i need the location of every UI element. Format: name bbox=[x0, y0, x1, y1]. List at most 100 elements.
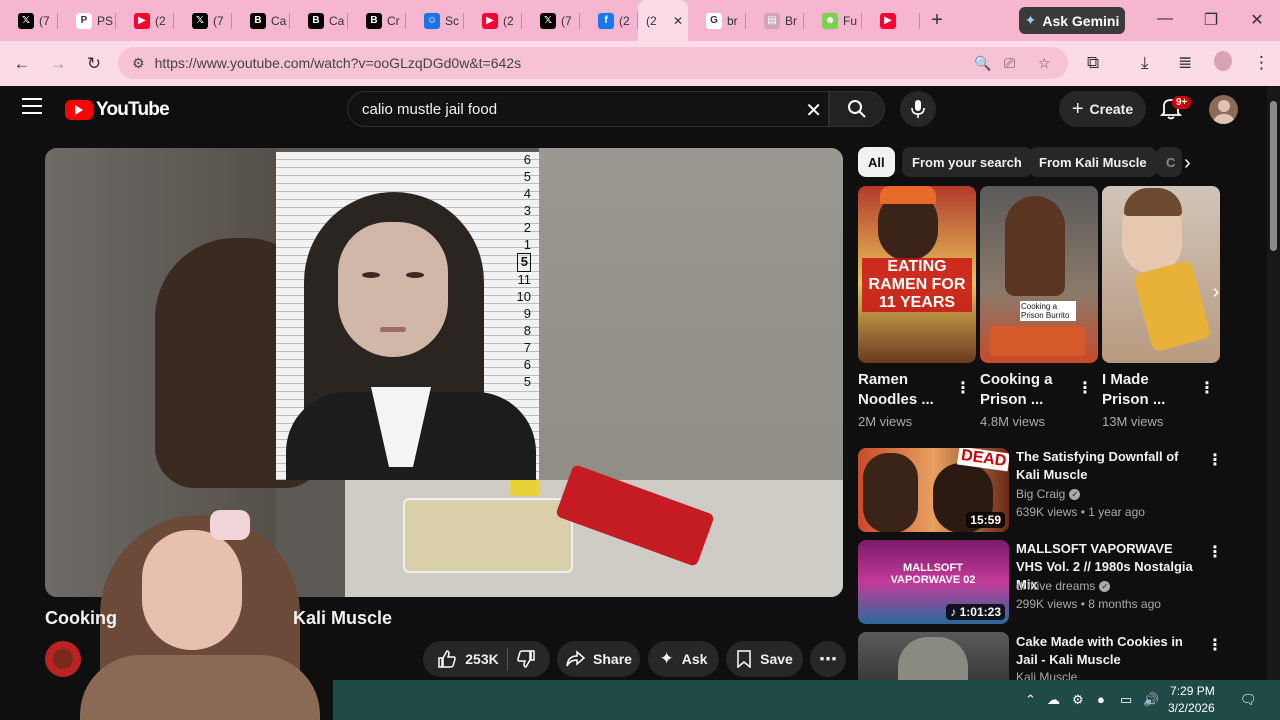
related-title-1[interactable]: The Satisfying Downfall of Kali Muscle bbox=[1016, 448, 1196, 484]
chip-from-kali-muscle[interactable]: From Kali Muscle bbox=[1029, 147, 1157, 177]
related-thumbnail-1[interactable]: DEAD 15:59 bbox=[858, 448, 1009, 532]
profile-icon[interactable] bbox=[1214, 51, 1232, 71]
page-scrollbar[interactable] bbox=[1267, 86, 1280, 680]
short-title-1[interactable]: Ramen Noodles ... bbox=[858, 370, 953, 410]
notification-center-icon[interactable]: 🗨 bbox=[1240, 692, 1257, 708]
create-button[interactable]: + Create bbox=[1059, 91, 1146, 127]
menu-icon[interactable]: ⋮ bbox=[1253, 53, 1270, 73]
short-menu-icon-1[interactable]: ⋮ bbox=[955, 378, 971, 398]
related-channel-2[interactable]: drïftive dreams ✓ bbox=[1016, 579, 1111, 593]
chips-next-icon[interactable]: › bbox=[1184, 152, 1191, 175]
reload-button[interactable]: ↻ bbox=[76, 46, 112, 82]
chip-all[interactable]: All bbox=[858, 147, 895, 177]
tab-label: (7 bbox=[213, 13, 224, 28]
browser-tab[interactable]: ▶ (2 bbox=[464, 0, 522, 41]
voice-search-button[interactable] bbox=[900, 91, 936, 127]
short-title-2[interactable]: Cooking a Prison ... bbox=[980, 370, 1075, 410]
browser-tab[interactable]: B Ca bbox=[290, 0, 348, 41]
media-control-icon[interactable]: ≣ bbox=[1178, 53, 1192, 73]
browser-tab[interactable]: ▶ (2 bbox=[116, 0, 174, 41]
windows-taskbar bbox=[333, 680, 1280, 720]
new-tab-button[interactable]: + bbox=[920, 9, 954, 32]
short-thumbnail-3[interactable] bbox=[1102, 186, 1220, 363]
related-title-3[interactable]: Cake Made with Cookies in Jail - Kali Mu… bbox=[1016, 633, 1196, 669]
related-menu-icon-1[interactable]: ⋮ bbox=[1207, 450, 1223, 470]
related-channel-1[interactable]: Big Craig ✓ bbox=[1016, 487, 1081, 501]
doc-icon: ▤ bbox=[764, 12, 780, 29]
hamburger-menu-icon[interactable] bbox=[22, 98, 42, 119]
youtube-play-icon bbox=[65, 100, 93, 120]
download-icon[interactable]: ⤓ bbox=[1141, 53, 1149, 73]
short-1-cap bbox=[880, 186, 936, 204]
tray-app-icon[interactable]: ⚙ bbox=[1072, 692, 1084, 708]
mugshot-eye-right bbox=[406, 272, 424, 278]
dislike-button[interactable] bbox=[516, 649, 536, 669]
back-button[interactable]: ← bbox=[4, 46, 40, 82]
scrollbar-thumb[interactable] bbox=[1270, 101, 1277, 251]
like-button[interactable]: 253K bbox=[437, 649, 499, 669]
close-window-icon[interactable]: ✕ bbox=[1247, 10, 1267, 30]
short-1-caption: EATING RAMEN FOR 11 YEARS bbox=[862, 258, 972, 312]
browser-tab[interactable]: 𝕏 (7 bbox=[0, 0, 58, 41]
onedrive-icon[interactable]: ☁ bbox=[1047, 692, 1060, 708]
short-title-3[interactable]: I Made Prison ... bbox=[1102, 370, 1197, 410]
close-tab-icon[interactable]: ✕ bbox=[673, 14, 683, 28]
shorts-next-icon[interactable]: › bbox=[1200, 276, 1232, 308]
search-icon bbox=[848, 100, 866, 118]
network-icon[interactable]: ▭ bbox=[1120, 692, 1132, 708]
browser-tab[interactable]: (2 ✕ bbox=[638, 0, 688, 41]
system-clock[interactable]: 7:29 PM 3/2/2026 bbox=[1168, 683, 1215, 717]
short-thumbnail-2[interactable]: Cooking a Prison Burrito bbox=[980, 186, 1098, 363]
account-avatar[interactable] bbox=[1209, 95, 1238, 124]
browser-tab[interactable]: ☻ Fu bbox=[804, 0, 862, 41]
height-scale-number: 4 bbox=[523, 185, 531, 201]
search-button[interactable] bbox=[829, 91, 885, 127]
browser-tab[interactable]: B Ca bbox=[232, 0, 290, 41]
install-app-icon[interactable]: ⎚ bbox=[1004, 55, 1015, 72]
browser-tab[interactable]: Gbr bbox=[688, 0, 746, 41]
short-menu-icon-2[interactable]: ⋮ bbox=[1077, 378, 1093, 398]
share-button[interactable]: Share bbox=[557, 641, 640, 677]
ask-gemini-button[interactable]: ✦ Ask Gemini bbox=[1019, 7, 1125, 34]
browser-tab[interactable]: f (2 bbox=[580, 0, 638, 41]
restore-icon[interactable]: ❐ bbox=[1201, 10, 1221, 30]
ps-icon: P bbox=[76, 12, 92, 29]
short-thumbnail-1[interactable]: EATING RAMEN FOR 11 YEARS bbox=[858, 186, 976, 363]
facecam-face bbox=[142, 530, 242, 650]
more-actions-button[interactable]: ⋯ bbox=[810, 641, 846, 677]
related-menu-icon-3[interactable]: ⋮ bbox=[1207, 635, 1223, 655]
bookmark-star-icon[interactable]: ☆ bbox=[1038, 55, 1051, 72]
browser-tab[interactable]: 𝕏 (7 bbox=[174, 0, 232, 41]
thumbs-down-icon bbox=[516, 650, 535, 668]
volume-icon[interactable]: 🔊 bbox=[1143, 692, 1159, 708]
x-icon: 𝕏 bbox=[18, 12, 34, 29]
clear-search-icon[interactable]: ✕ bbox=[805, 98, 822, 123]
browser-tab[interactable]: ▤ Br bbox=[746, 0, 804, 41]
browser-tab[interactable]: P PS bbox=[58, 0, 116, 41]
browser-tab[interactable]: ☺ Sc bbox=[406, 0, 464, 41]
youtube-logo[interactable]: YouTube bbox=[65, 99, 170, 121]
minimize-icon[interactable]: — bbox=[1155, 10, 1175, 28]
browser-tab[interactable]: B Cr bbox=[348, 0, 406, 41]
microphone-tray-icon[interactable]: ● bbox=[1097, 692, 1105, 707]
ask-button[interactable]: ✦ Ask bbox=[648, 641, 719, 677]
address-bar[interactable]: ⚙ https://www.youtube.com/watch?v=ooGLzq… bbox=[118, 47, 1068, 79]
search-input[interactable]: calio mustle jail food ✕ bbox=[347, 91, 829, 127]
music-note-icon: ♪ bbox=[950, 605, 960, 619]
related-menu-icon-2[interactable]: ⋮ bbox=[1207, 542, 1223, 562]
chip-from-your-search[interactable]: From your search bbox=[902, 147, 1032, 177]
chip-more[interactable]: C bbox=[1156, 147, 1182, 177]
browser-tab[interactable]: ▶ bbox=[862, 0, 920, 41]
browser-tab[interactable]: 𝕏 (7 bbox=[522, 0, 580, 41]
channel-avatar[interactable] bbox=[45, 641, 81, 677]
site-info-icon[interactable]: ⚙ bbox=[132, 55, 145, 72]
tab-label: Fu bbox=[843, 13, 858, 28]
short-menu-icon-3[interactable]: ⋮ bbox=[1199, 378, 1215, 398]
related-thumbnail-3[interactable] bbox=[858, 632, 1009, 680]
tray-expand-icon[interactable]: ⌃ bbox=[1025, 692, 1036, 708]
extensions-icon[interactable]: ⧉ bbox=[1087, 53, 1099, 73]
related-thumbnail-2[interactable]: MALLSOFT VAPORWAVE 02 ♪ 1:01:23 bbox=[858, 540, 1009, 624]
save-button[interactable]: Save bbox=[726, 641, 803, 677]
zoom-icon[interactable]: 🔍 bbox=[974, 55, 991, 72]
forward-button[interactable]: → bbox=[40, 46, 76, 82]
